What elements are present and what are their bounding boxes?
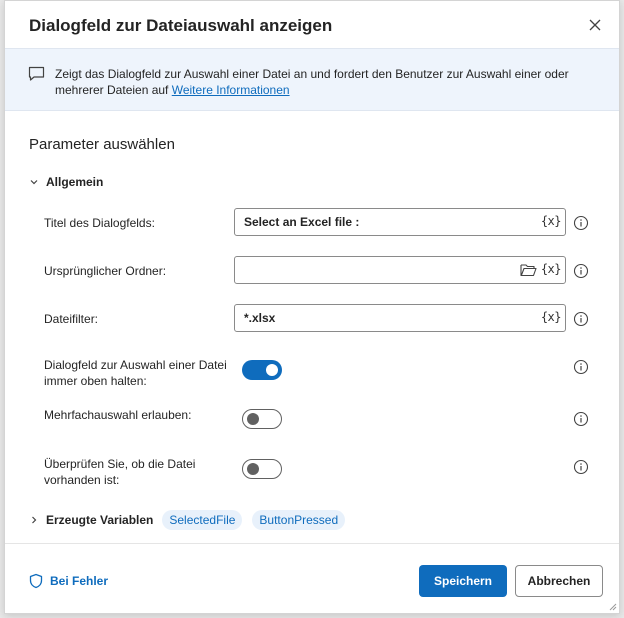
folder-icon[interactable] — [520, 263, 537, 277]
filter-label: Dateifilter: — [44, 312, 99, 326]
check-exists-label: Überprüfen Sie, ob die Datei vorhanden i… — [44, 456, 195, 488]
keep-on-top-label: Dialogfeld zur Auswahl einer Datei immer… — [44, 357, 227, 389]
check-exists-toggle[interactable] — [242, 459, 282, 479]
info-banner: Zeigt das Dialogfeld zur Auswahl einer D… — [5, 48, 619, 111]
info-icon[interactable] — [573, 411, 589, 427]
toggle-knob — [247, 463, 259, 475]
info-icon[interactable] — [573, 263, 589, 279]
group-general-toggle[interactable]: Allgemein — [29, 175, 103, 189]
shield-icon — [29, 573, 43, 589]
info-icon[interactable] — [573, 459, 589, 475]
dialog-title: Dialogfeld zur Dateiauswahl anzeigen — [29, 16, 333, 35]
chevron-down-icon — [30, 180, 38, 185]
info-icon[interactable] — [573, 359, 589, 375]
filter-input[interactable]: *.xlsx {x} — [234, 304, 566, 332]
section-title: Parameter auswählen — [29, 136, 175, 153]
cancel-button[interactable]: Abbrechen — [515, 565, 603, 597]
toggle-knob — [266, 364, 278, 376]
check-exists-label-line2: vorhanden ist: — [44, 473, 120, 487]
save-button[interactable]: Speichern — [419, 565, 507, 597]
generated-variables-label[interactable]: Erzeugte Variablen — [46, 513, 153, 527]
variable-chip-buttonpressed[interactable]: ButtonPressed — [252, 510, 346, 530]
title-label: Titel des Dialogfelds: — [44, 216, 155, 230]
title-input[interactable]: Select an Excel file : {x} — [234, 208, 566, 236]
group-label: Allgemein — [46, 175, 104, 189]
keep-on-top-label-line2: immer oben halten: — [44, 374, 147, 388]
folder-label: Ursprünglicher Ordner: — [44, 264, 167, 278]
insert-variable-button[interactable]: {x} — [541, 214, 562, 228]
on-error-button[interactable]: Bei Fehler — [28, 573, 108, 589]
multi-select-toggle[interactable] — [242, 409, 282, 429]
folder-input[interactable]: {x} — [234, 256, 566, 284]
info-icon[interactable] — [573, 215, 589, 231]
variable-chip-selectedfile[interactable]: SelectedFile — [162, 510, 243, 530]
chevron-right-icon[interactable] — [29, 515, 39, 525]
comment-icon — [28, 66, 45, 81]
multi-select-label: Mehrfachauswahl erlauben: — [44, 408, 192, 422]
filter-value: *.xlsx — [244, 311, 276, 325]
close-button[interactable] — [585, 15, 605, 35]
more-info-link[interactable]: Weitere Informationen — [172, 83, 290, 97]
resize-grip-icon[interactable] — [607, 601, 617, 611]
info-text: Zeigt das Dialogfeld zur Auswahl einer D… — [55, 66, 595, 98]
on-error-label: Bei Fehler — [50, 574, 109, 588]
insert-variable-button[interactable]: {x} — [541, 262, 562, 276]
generated-variables: Erzeugte Variablen SelectedFile ButtonPr… — [29, 510, 355, 530]
toggle-knob — [247, 413, 259, 425]
file-select-dialog: Dialogfeld zur Dateiauswahl anzeigen Zei… — [4, 0, 620, 614]
dialog-footer: Bei Fehler Speichern Abbrechen — [5, 543, 619, 613]
check-exists-label-line1: Überprüfen Sie, ob die Datei — [44, 457, 196, 471]
info-description: Zeigt das Dialogfeld zur Auswahl einer D… — [55, 67, 569, 97]
close-icon — [589, 19, 601, 31]
insert-variable-button[interactable]: {x} — [541, 310, 562, 324]
keep-on-top-label-line1: Dialogfeld zur Auswahl einer Datei — [44, 358, 227, 372]
info-icon[interactable] — [573, 311, 589, 327]
keep-on-top-toggle[interactable] — [242, 360, 282, 380]
title-value: Select an Excel file : — [244, 215, 360, 229]
